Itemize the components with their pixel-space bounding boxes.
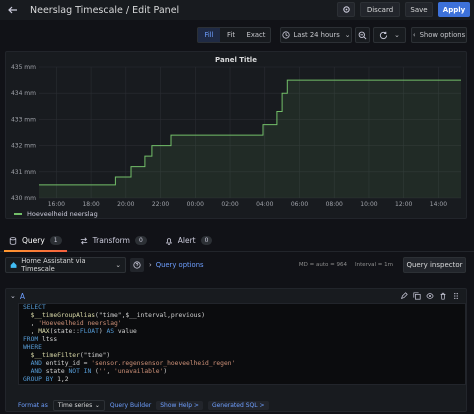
chevron-down-icon: ⌄ [94, 401, 100, 409]
tab-alert-label: Alert [177, 236, 196, 245]
panel-preview: Panel Title 430 mm 431 mm 432 mm 433 mm 434 … [5, 51, 467, 219]
clock-icon [281, 31, 290, 39]
zoom-out-button[interactable] [355, 27, 370, 43]
x-tick-label: 16:00 [48, 201, 65, 208]
y-tick-label: 434 mm [11, 90, 36, 97]
chevron-down-icon: ⌄ [394, 31, 400, 39]
view-mode-group: Fill Fit Exact [197, 27, 271, 43]
x-tick-label: 22:00 [152, 201, 169, 208]
drag-handle-icon[interactable] [452, 292, 460, 300]
format-as-label: Format as [18, 401, 48, 409]
legend-color-swatch [14, 213, 22, 215]
arrow-left-icon [8, 6, 17, 14]
y-tick-label: 431 mm [11, 169, 36, 176]
query-name[interactable]: A [20, 292, 25, 301]
refresh-button[interactable]: ⌄ [373, 27, 406, 43]
x-tick-label: 02:00 [221, 201, 238, 208]
query-options-label: Query options [155, 261, 204, 269]
chevron-down-icon: ⌄ [344, 31, 351, 39]
chevron-left-icon: ‹ [412, 31, 416, 39]
back-button[interactable] [4, 1, 22, 19]
generated-sql-button[interactable]: Generated SQL > [207, 400, 269, 410]
legend[interactable]: Hoeveelheid neerslag [14, 210, 98, 218]
fit-button[interactable]: Fit [220, 28, 242, 42]
bell-icon [165, 237, 172, 245]
discard-button[interactable]: Discard [360, 2, 400, 17]
top-bar: Neerslag Timescale / Edit Panel Discard … [0, 0, 474, 20]
query-inspector-button[interactable]: Query inspector [403, 257, 466, 273]
time-range-label: Last 24 hours [293, 31, 340, 39]
x-tick-label: 04:00 [256, 201, 273, 208]
tab-query-label: Query [22, 236, 45, 245]
duplicate-icon[interactable] [413, 292, 421, 300]
x-tick-label: 18:00 [82, 201, 99, 208]
pencil-icon[interactable] [400, 292, 408, 300]
page-title: Neerslag Timescale / Edit Panel [30, 4, 180, 16]
gear-icon [342, 6, 350, 13]
trash-icon[interactable] [439, 292, 447, 300]
datasource-row: Home Assistant via Timescale ⌄ › Query o… [0, 257, 474, 274]
query-builder-link[interactable]: Query Builder [110, 402, 151, 409]
x-tick-label: 06:00 [291, 201, 308, 208]
tab-alert-count: 0 [200, 236, 213, 245]
y-tick-label: 433 mm [11, 116, 36, 123]
x-tick-label: 12:00 [395, 201, 412, 208]
tab-query-count: 1 [49, 236, 62, 245]
x-tick-label: 20:00 [117, 201, 134, 208]
y-tick-label: 430 mm [11, 195, 36, 202]
tab-transform-label: Transform [92, 236, 130, 245]
x-tick-label: 08:00 [326, 201, 343, 208]
x-tick-label: 00:00 [187, 201, 204, 208]
editor-tabs: Query 1 Transform 0 Alert 0 [0, 230, 474, 252]
query-editor: ⌄ A SELECT $__timeGroupAlias("time",$__i… [5, 288, 467, 412]
exact-button[interactable]: Exact [242, 28, 270, 42]
query-footer: Format as Time series ⌄ Query Builder Sh… [18, 399, 269, 411]
format-select[interactable]: Time series ⌄ [52, 399, 105, 411]
tab-transform-count: 0 [134, 236, 147, 245]
eye-icon[interactable] [426, 292, 434, 300]
transform-icon [80, 237, 87, 244]
sql-code-editor[interactable]: SELECT $__timeGroupAlias("time",$__inter… [18, 303, 466, 385]
chevron-down-icon: ⌄ [115, 261, 121, 269]
x-tick-label: 10:00 [360, 201, 377, 208]
datasource-name: Home Assistant via Timescale [21, 257, 86, 273]
y-tick-label: 435 mm [11, 64, 36, 71]
database-icon [9, 236, 17, 245]
query-header: ⌄ A [6, 289, 466, 303]
chevron-right-icon: › [149, 261, 152, 269]
format-value: Time series [57, 401, 93, 409]
show-options-button[interactable]: ‹ Show options [411, 27, 467, 43]
save-button[interactable]: Save [405, 2, 433, 17]
help-circle-icon [133, 261, 141, 269]
collapse-chevron-icon[interactable]: ⌄ [10, 292, 16, 300]
refresh-icon [380, 31, 388, 39]
tab-query[interactable]: Query 1 [0, 230, 71, 252]
show-help-button[interactable]: Show Help > [156, 400, 203, 410]
apply-button[interactable]: Apply [438, 2, 470, 17]
y-tick-label: 432 mm [11, 143, 36, 150]
max-data-points-meta: MD = auto = 964 [298, 262, 347, 268]
series-area [39, 80, 461, 198]
show-options-label: Show options [419, 31, 466, 39]
x-tick-label: 14:00 [430, 201, 447, 208]
settings-button[interactable] [337, 2, 355, 17]
time-range-picker[interactable]: Last 24 hours ⌄ [280, 27, 352, 43]
tab-alert[interactable]: Alert 0 [156, 230, 222, 252]
zoom-out-icon [358, 31, 367, 39]
legend-series-label: Hoeveelheid neerslag [27, 210, 98, 218]
datasource-picker[interactable]: Home Assistant via Timescale ⌄ [5, 257, 126, 273]
interval-meta: Interval = 1m [354, 262, 393, 268]
datasource-help-button[interactable] [130, 258, 144, 272]
query-options[interactable]: › Query options MD = auto = 964 Interval… [149, 257, 397, 273]
time-series-chart: 430 mm 431 mm 432 mm 433 mm 434 mm 435 mm 16:0… [11, 64, 461, 208]
panel-toolbar: Fill Fit Exact Last 24 hours ⌄ ⌄ ‹ Show … [0, 26, 474, 44]
home-assistant-icon [10, 262, 17, 268]
tab-transform[interactable]: Transform 0 [71, 230, 156, 252]
fill-button[interactable]: Fill [198, 28, 220, 42]
